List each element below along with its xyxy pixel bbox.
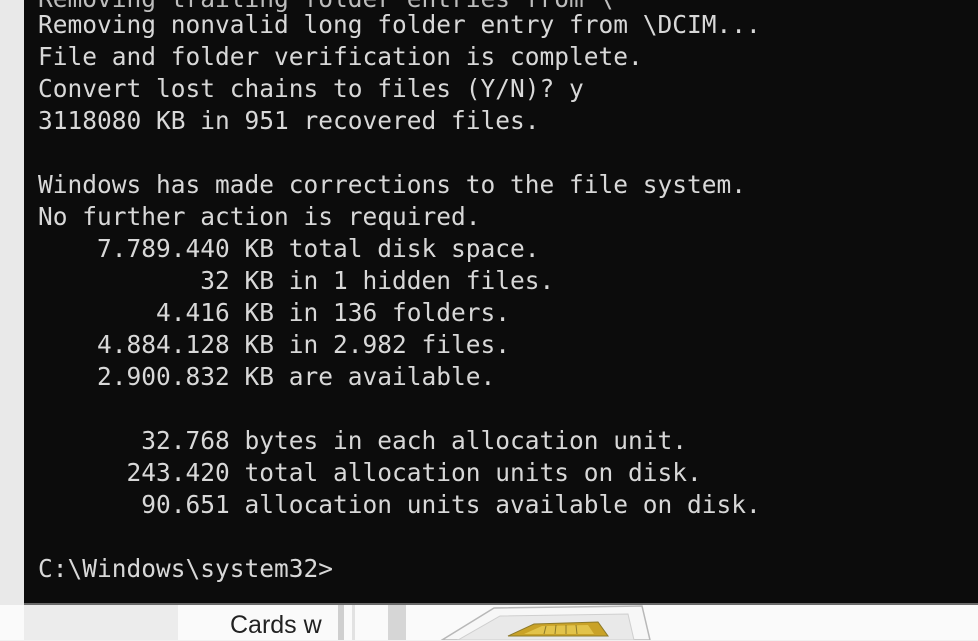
console-line-files: 4.884.128 KB in 2.982 files. [38, 330, 511, 359]
taskbar-item-cards[interactable]: Cards w [230, 611, 340, 641]
console-line-allocation-unit: 32.768 bytes in each allocation unit. [38, 426, 688, 455]
console-line: No further action is required. [38, 202, 481, 231]
command-prompt-window[interactable]: Removing trailing folder entries from \ … [24, 0, 978, 605]
console-line: 3118080 KB in 951 recovered files. [38, 106, 540, 135]
left-window-edge [0, 0, 24, 640]
console-line: Removing nonvalid long folder entry from… [38, 10, 761, 39]
console-line-folders: 4.416 KB in 136 folders. [38, 298, 511, 327]
command-prompt-input[interactable]: C:\Windows\system32> [38, 554, 333, 584]
console-line-available: 2.900.832 KB are available. [38, 362, 496, 391]
console-line: Convert lost chains to files (Y/N)? y [38, 74, 584, 103]
taskbar-segment [24, 605, 178, 640]
taskbar-divider [388, 605, 406, 640]
console-line: File and folder verification is complete… [38, 42, 643, 71]
taskbar-divider [352, 605, 355, 640]
sd-card-icon[interactable] [438, 604, 652, 640]
console-line-hidden-files: 32 KB in 1 hidden files. [38, 266, 555, 295]
console-line-disk-space: 7.789.440 KB total disk space. [38, 234, 540, 263]
console-line: Windows has made corrections to the file… [38, 170, 747, 199]
console-line-units-available: 90.651 allocation units available on dis… [38, 490, 761, 519]
console-line-total-units: 243.420 total allocation units on disk. [38, 458, 702, 487]
